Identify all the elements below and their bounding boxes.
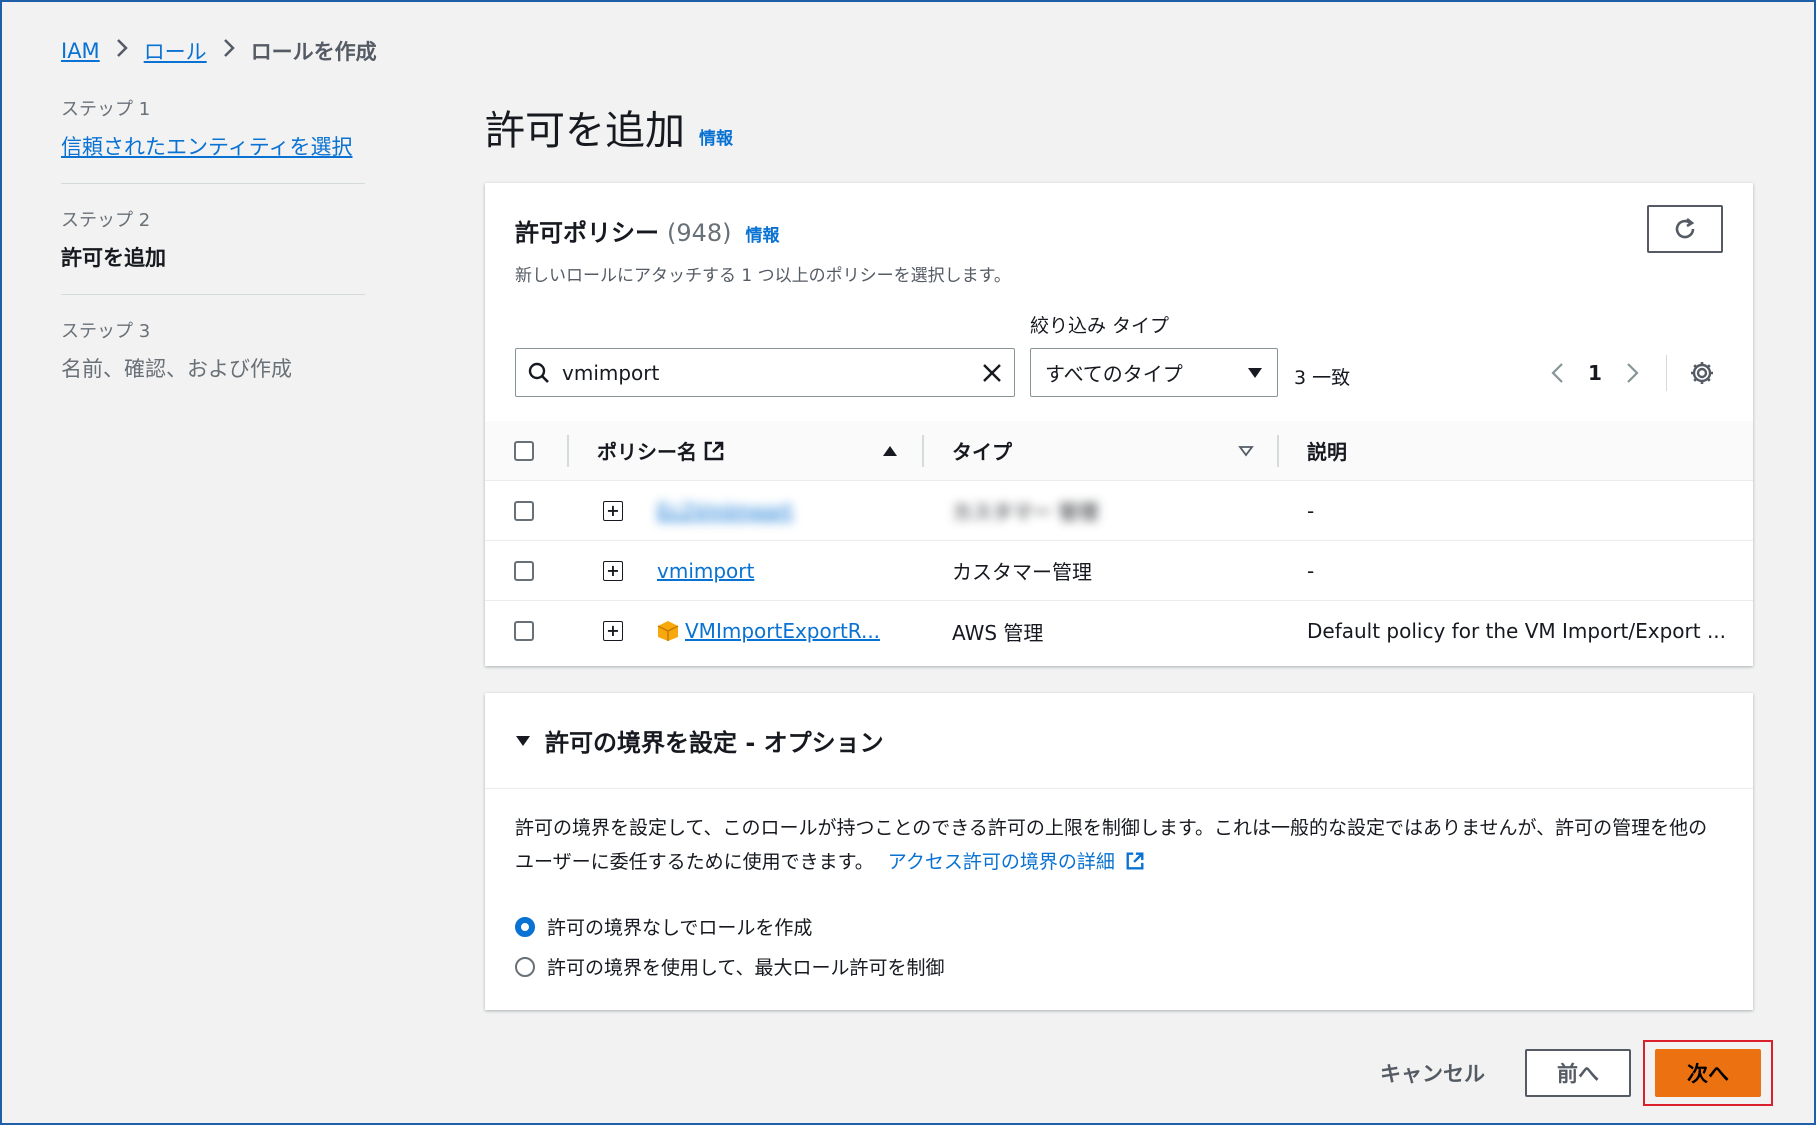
search-value: vmimport (562, 360, 660, 385)
page-header: 許可を追加 情報 (485, 98, 733, 156)
refresh-icon (1675, 217, 1695, 239)
column-header-policy-name[interactable]: ポリシー名 (597, 436, 725, 465)
select-all-checkbox[interactable] (514, 440, 534, 461)
table-row: + vmimport カスタマー管理 - (485, 541, 1753, 601)
breadcrumb-iam[interactable]: IAM (61, 39, 100, 63)
panel-description: 新しいロールにアタッチする 1 つ以上のポリシーを選択します。 (515, 266, 1011, 286)
type-filter-select[interactable]: すべてのタイプ (1030, 348, 1278, 397)
radio-label: 許可の境界を使用して、最大ロール許可を制御 (547, 957, 945, 979)
radio-no-boundary[interactable]: 許可の境界なしでロールを作成 (515, 913, 812, 940)
previous-button[interactable]: 前へ (1525, 1049, 1631, 1097)
boundary-title: 許可の境界を設定 - オプション (545, 729, 884, 757)
policy-type: カスタマー 管理 (952, 500, 1099, 524)
step-3: ステップ 3 名前、確認、および作成 (61, 317, 365, 405)
page-number[interactable]: 1 (1588, 361, 1602, 385)
radio-label: 許可の境界なしでロールを作成 (547, 917, 813, 939)
sort-ascending-icon[interactable] (882, 445, 898, 457)
row-checkbox[interactable] (514, 500, 534, 521)
policy-count: (948) (667, 219, 732, 247)
chevron-right-icon (116, 38, 128, 64)
policy-description: - (1307, 498, 1315, 523)
boundary-learn-more-link[interactable]: アクセス許可の境界の詳細 (888, 851, 1145, 873)
policy-type: カスタマー管理 (952, 560, 1092, 584)
breadcrumb-roles[interactable]: ロール (144, 36, 207, 66)
table-row: + Ec2VmImport カスタマー 管理 - (485, 481, 1753, 541)
policy-description: Default policy for the VM Import/Export … (1307, 619, 1727, 643)
refresh-button[interactable] (1647, 205, 1723, 253)
radio-button[interactable] (515, 956, 535, 977)
column-divider (922, 434, 924, 467)
table-header: ポリシー名 タイプ 説明 (485, 421, 1753, 481)
expand-row-icon[interactable]: + (603, 621, 623, 641)
permissions-boundary-panel: 許可の境界を設定 - オプション 許可の境界を設定して、このロールが持つことので… (485, 693, 1753, 1010)
column-divider (567, 434, 569, 467)
wizard-actions: キャンセル 前へ 次へ (1360, 1040, 1773, 1106)
step-label-current: 許可を追加 (61, 246, 166, 270)
step-2: ステップ 2 許可を追加 (61, 206, 365, 295)
chevron-right-icon[interactable] (1626, 362, 1640, 384)
pagination: 1 (1550, 355, 1715, 391)
policy-description: - (1307, 558, 1315, 583)
step-number: ステップ 2 (61, 210, 151, 231)
step-number: ステップ 3 (61, 321, 151, 342)
step-number: ステップ 1 (61, 99, 151, 120)
next-button-highlight: 次へ (1643, 1040, 1773, 1106)
external-link-icon (1126, 852, 1144, 870)
policy-search-input[interactable]: vmimport (515, 348, 1015, 397)
next-button[interactable]: 次へ (1655, 1049, 1761, 1097)
panel-header: 許可ポリシー (948) 情報 (515, 213, 780, 248)
caret-down-icon (516, 735, 530, 746)
clear-search-icon[interactable] (982, 363, 1002, 383)
policies-table: ポリシー名 タイプ 説明 + Ec2VmImport カスタマー 管理 - + … (485, 421, 1753, 661)
table-row: + VMImportExportR... AWS 管理 Default poli… (485, 601, 1753, 661)
boundary-description: 許可の境界を設定して、このロールが持つことのできる許可の上限を制御します。これは… (515, 811, 1725, 879)
info-link[interactable]: 情報 (699, 124, 733, 149)
radio-use-boundary[interactable]: 許可の境界を使用して、最大ロール許可を制御 (515, 953, 944, 980)
panel-title: 許可ポリシー (515, 219, 659, 247)
column-header-description: 説明 (1307, 440, 1347, 464)
sort-descending-icon[interactable] (1238, 445, 1254, 457)
column-divider (1277, 434, 1279, 467)
type-filter-value: すべてのタイプ (1045, 362, 1183, 386)
column-header-label: ポリシー名 (597, 440, 697, 464)
row-checkbox[interactable] (514, 560, 534, 581)
divider (1665, 355, 1667, 391)
step-link-select-entity[interactable]: 信頼されたエンティティを選択 (61, 135, 352, 159)
column-header-type[interactable]: タイプ (952, 436, 1012, 465)
row-checkbox[interactable] (514, 621, 534, 641)
policy-name-link[interactable]: vmimport (657, 559, 754, 583)
policy-name-link[interactable]: Ec2VmImport (657, 499, 793, 523)
expand-row-icon[interactable]: + (603, 560, 623, 581)
info-link[interactable]: 情報 (746, 221, 780, 246)
chevron-right-icon (223, 38, 235, 64)
search-icon (528, 362, 549, 383)
expand-row-icon[interactable]: + (603, 500, 623, 521)
cancel-button[interactable]: キャンセル (1360, 1058, 1505, 1088)
caret-down-icon (1248, 367, 1262, 378)
policy-type: AWS 管理 (952, 620, 1044, 645)
filter-type-label: 絞り込み タイプ (1030, 315, 1170, 337)
step-1: ステップ 1 信頼されたエンティティを選択 (61, 95, 365, 184)
wizard-steps: ステップ 1 信頼されたエンティティを選択 ステップ 2 許可を追加 ステップ … (61, 95, 365, 427)
aws-managed-cube-icon (657, 621, 679, 641)
breadcrumb: IAM ロール ロールを作成 (61, 36, 377, 66)
permission-policies-panel: 許可ポリシー (948) 情報 新しいロールにアタッチする 1 つ以上のポリシー… (485, 183, 1753, 666)
breadcrumb-current: ロールを作成 (250, 40, 377, 64)
step-label: 名前、確認、および作成 (61, 357, 292, 381)
radio-button-selected[interactable] (515, 916, 535, 937)
gear-icon[interactable] (1689, 360, 1715, 386)
match-count: 3 一致 (1294, 367, 1351, 389)
external-link-icon (704, 441, 724, 460)
policy-name-link[interactable]: VMImportExportR... (685, 619, 880, 643)
chevron-left-icon[interactable] (1550, 362, 1564, 384)
boundary-expander[interactable]: 許可の境界を設定 - オプション (485, 693, 1753, 789)
learn-more-label: アクセス許可の境界の詳細 (887, 851, 1115, 873)
page-title: 許可を追加 (485, 108, 685, 154)
